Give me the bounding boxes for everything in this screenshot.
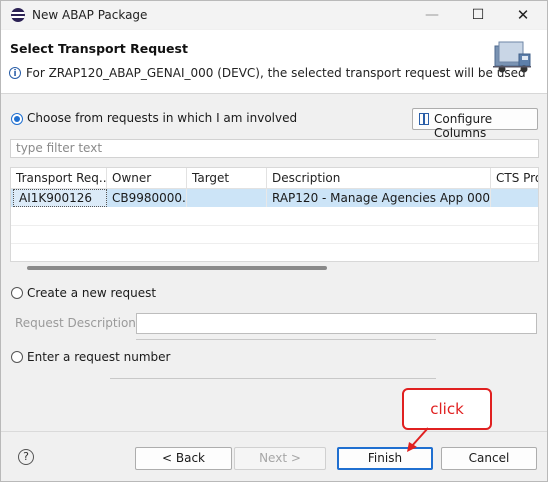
header-message: For ZRAP120_ABAP_GENAI_000 (DEVC), the s… [26,66,526,80]
separator [136,339,436,340]
empty-row [11,225,538,244]
info-icon: i [9,67,21,79]
column-header-cts-project[interactable]: CTS Proje [491,168,538,188]
cell-owner: CB9980000... [107,189,187,207]
close-button[interactable]: ✕ [501,1,545,29]
request-description-field[interactable] [136,313,537,334]
window-title: New ABAP Package [32,8,148,22]
scrollbar-thumb[interactable] [27,266,327,270]
table-horizontal-scrollbar[interactable] [10,266,539,272]
wizard-body: Choose from requests in which I am invol… [1,94,547,431]
annotation-arrow-icon [407,427,429,452]
column-header-owner[interactable]: Owner [107,168,187,188]
back-button[interactable]: < Back [135,447,232,470]
truck-icon [493,41,531,73]
cell-target [187,189,267,207]
table-header: Transport Req... Owner Target Descriptio… [11,168,538,189]
cell-cts-project [491,189,538,207]
transport-requests-table[interactable]: Transport Req... Owner Target Descriptio… [10,167,539,262]
empty-row [11,243,538,261]
filter-input[interactable] [16,140,531,156]
column-header-target[interactable]: Target [187,168,267,188]
cancel-button[interactable]: Cancel [441,447,537,470]
title-bar: New ABAP Package — ☐ ✕ [1,1,547,29]
involved-requests-label: Choose from requests in which I am invol… [27,111,298,125]
column-header-description[interactable]: Description [267,168,491,188]
cell-transport: AI1K900126 [13,189,107,207]
new-request-radio[interactable] [11,287,23,299]
request-number-line [110,378,436,379]
footer-divider [1,431,547,432]
click-annotation: click [402,388,492,430]
dialog-window: New ABAP Package — ☐ ✕ Select Transport … [0,0,548,482]
table-row[interactable]: AI1K900126 CB9980000... RAP120 - Manage … [11,189,538,207]
involved-requests-radio[interactable] [11,113,23,125]
configure-columns-button[interactable]: Configure Columns [412,108,538,140]
filter-field[interactable] [10,139,539,158]
minimize-button[interactable]: — [410,1,454,29]
eclipse-app-icon [11,8,25,22]
help-icon[interactable]: ? [18,449,34,465]
next-button[interactable]: Next > [234,447,326,470]
maximize-button[interactable]: ☐ [456,1,500,29]
cell-description: RAP120 - Manage Agencies App 000 [267,189,491,207]
empty-row [11,207,538,226]
page-title: Select Transport Request [10,41,188,56]
configure-columns-label: Configure Columns [434,112,493,140]
wizard-header: Select Transport Request i For ZRAP120_A… [1,30,547,94]
request-description-label: Request Description: * [15,316,150,330]
columns-icon [419,113,429,125]
column-header-transport[interactable]: Transport Req... [11,168,107,188]
enter-number-label: Enter a request number [27,350,171,364]
new-request-label: Create a new request [27,286,157,300]
enter-number-radio[interactable] [11,351,23,363]
